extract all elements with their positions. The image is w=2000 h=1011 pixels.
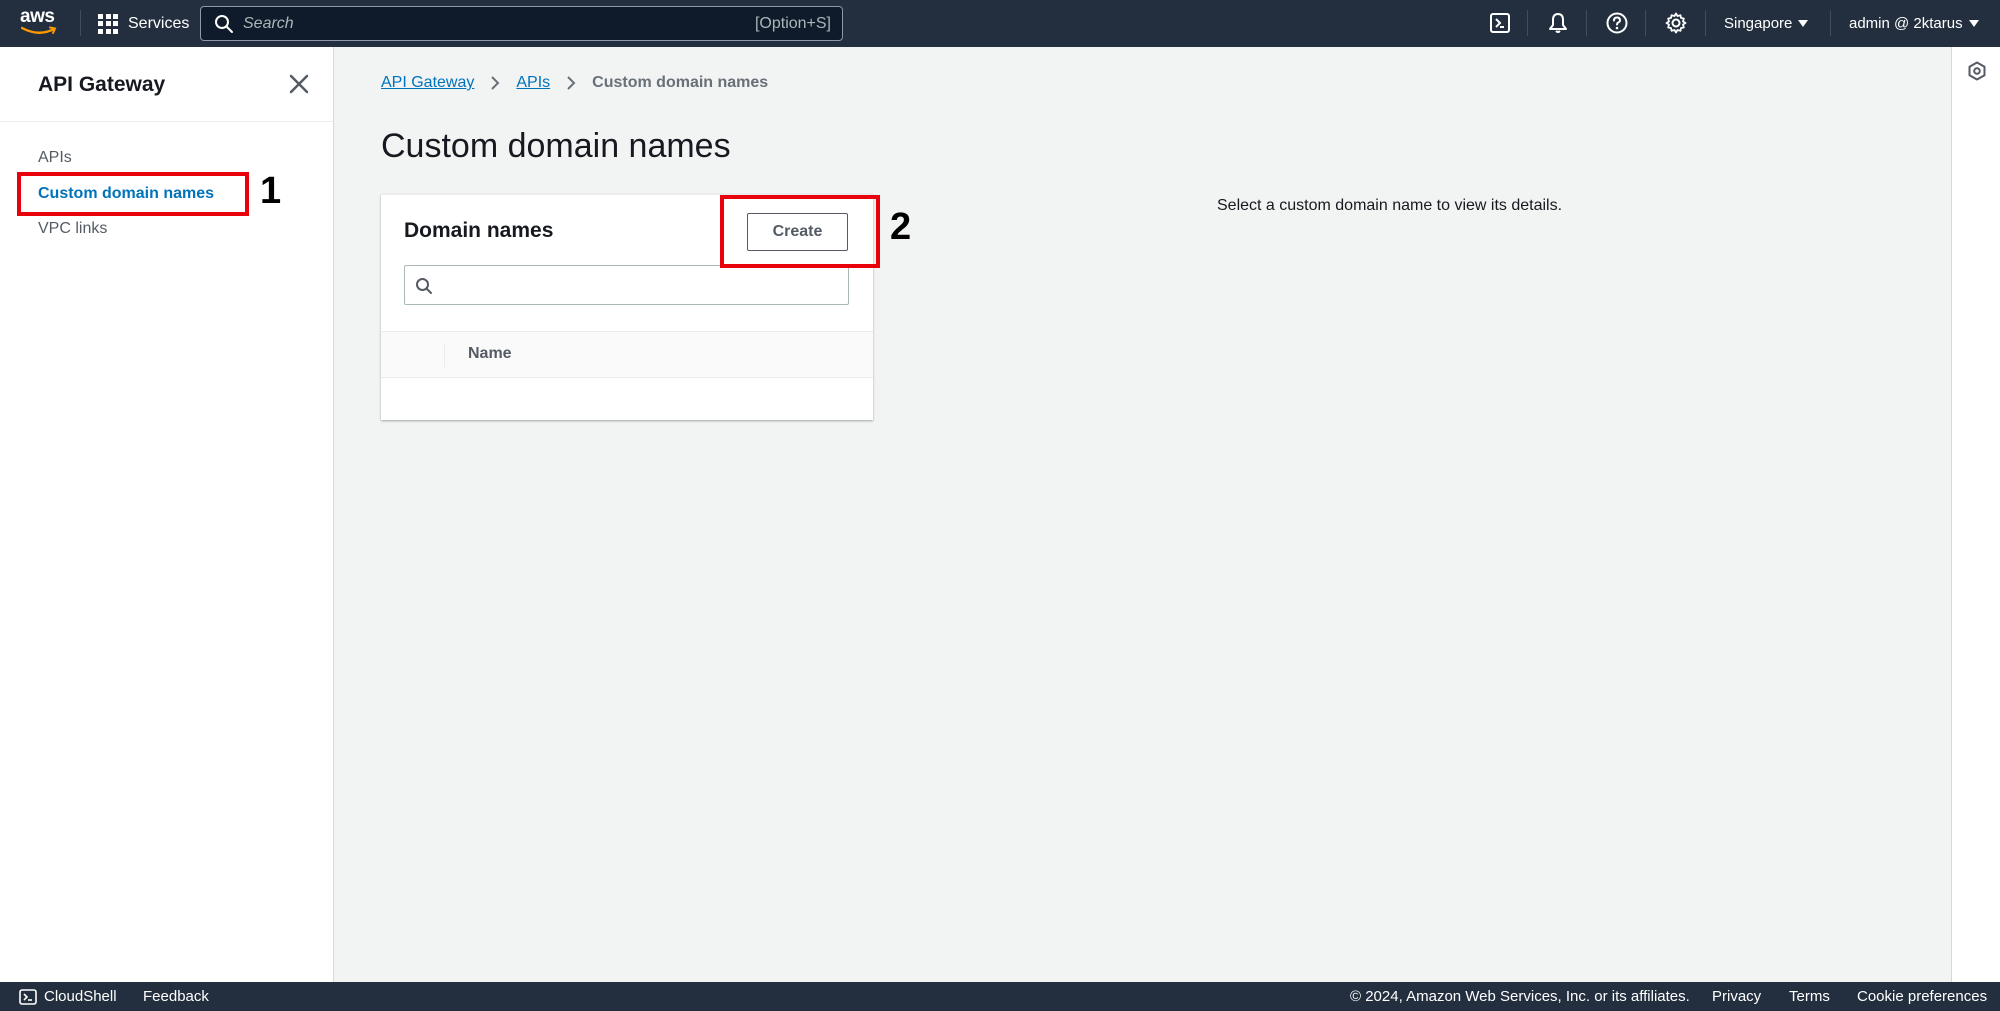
detail-hint: Select a custom domain name to view its … [1217,197,1563,214]
annotation-box-1 [17,172,249,216]
footer-cookie-preferences-link[interactable]: Cookie preferences [1857,988,1987,1005]
breadcrumb-apis[interactable]: APIs [516,74,550,92]
services-label: Services [128,14,190,32]
search-icon [215,14,233,33]
sidebar-divider [0,121,333,122]
table-header: Name [381,331,873,378]
panel-title: Domain names [404,219,554,242]
breadcrumb-current: Custom domain names [592,74,769,91]
breadcrumb: API Gateway APIs Custom domain names [381,74,768,92]
region-selector[interactable]: Singapore [1724,0,1809,47]
footer-feedback-link[interactable]: Feedback [143,988,209,1005]
aws-smile-icon [21,26,57,34]
caret-down-icon [1968,20,1979,27]
cloudshell-icon[interactable] [1488,11,1512,35]
help-icon[interactable] [1605,11,1629,35]
annotation-number-2: 2 [890,206,912,248]
nav-separator [1645,10,1646,36]
chevron-right-icon [491,76,500,90]
account-label: admin @ 2ktarus [1849,15,1963,32]
footer-cloudshell-link[interactable]: CloudShell [44,988,117,1005]
footer-copyright: © 2024, Amazon Web Services, Inc. or its… [1350,988,1690,1005]
region-label: Singapore [1724,15,1793,32]
bell-icon[interactable] [1546,11,1570,35]
page-title: Custom domain names [381,127,731,165]
footer: CloudShell Feedback © 2024, Amazon Web S… [0,982,2000,1011]
column-header-name[interactable]: Name [468,345,512,363]
search-placeholder: Search [243,14,294,32]
sidebar-item-vpc-links[interactable]: VPC links [38,220,107,238]
sidebar-title: API Gateway [38,73,166,96]
nav-separator [80,10,81,36]
footer-terms-link[interactable]: Terms [1789,988,1830,1005]
annotation-box-2 [720,195,880,268]
annotation-number-1: 1 [260,170,282,212]
nav-separator [1527,10,1528,36]
search-icon [416,278,432,294]
account-menu[interactable]: admin @ 2ktarus [1849,0,1979,47]
domain-search-input[interactable] [404,265,849,305]
top-navigation: aws Services Search [Option+S] Singapore… [0,0,2000,47]
caret-down-icon [1798,20,1809,27]
info-panel-icon[interactable] [1967,61,1987,81]
nav-separator [1830,10,1831,36]
settings-icon[interactable] [1664,11,1688,35]
cloudshell-icon [19,989,37,1005]
nav-separator [1705,10,1706,36]
services-grid-icon [98,13,118,34]
column-divider [444,343,445,367]
footer-privacy-link[interactable]: Privacy [1712,988,1761,1005]
chevron-right-icon [567,76,576,90]
selection-column-header [381,332,444,377]
sidebar-item-apis[interactable]: APIs [38,149,72,167]
nav-separator [1586,10,1587,36]
aws-logo[interactable]: aws [20,6,60,38]
right-rail [1951,47,2000,982]
breadcrumb-api-gateway[interactable]: API Gateway [381,74,474,92]
close-icon[interactable] [288,73,310,95]
search-shortcut-hint: [Option+S] [754,14,831,32]
services-menu-button[interactable]: Services [98,0,189,47]
aws-logo-text: aws [20,6,55,27]
global-search-input[interactable]: Search [Option+S] [200,6,843,41]
